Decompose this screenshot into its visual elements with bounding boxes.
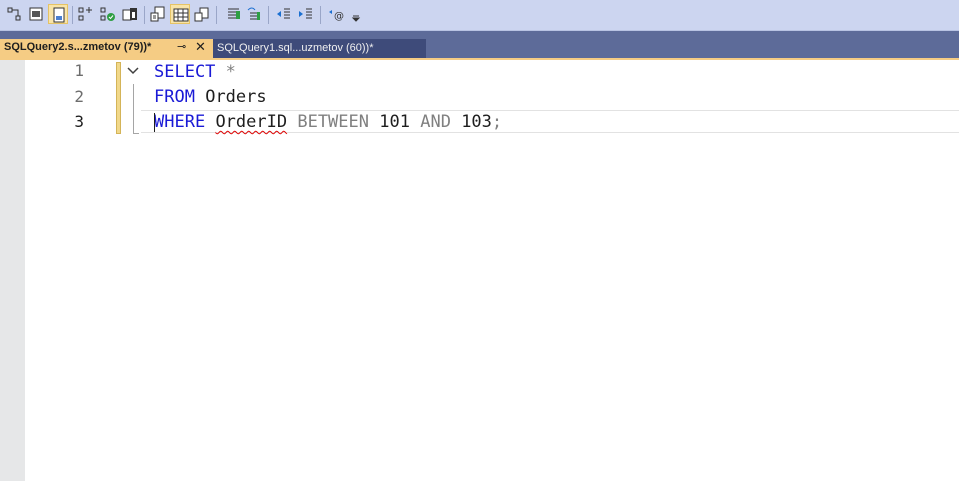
include-client-statistics-icon[interactable] bbox=[120, 4, 140, 24]
toolbar-separator bbox=[216, 6, 217, 24]
token-number: 101 bbox=[379, 112, 410, 132]
tab-label: SQLQuery2.s...zmetov (79))* bbox=[4, 41, 152, 53]
results-file-icon[interactable] bbox=[192, 4, 212, 24]
toolbar-separator bbox=[320, 6, 321, 24]
query-options-icon[interactable] bbox=[4, 4, 24, 24]
token-operator: * bbox=[225, 62, 236, 82]
token-operator: AND bbox=[420, 112, 451, 132]
token-number: 103 bbox=[461, 112, 492, 132]
token-operator: BETWEEN bbox=[297, 112, 369, 132]
token-keyword: WHERE bbox=[154, 112, 206, 132]
line-number: 3 bbox=[74, 112, 84, 131]
token-keyword: SELECT bbox=[154, 62, 216, 82]
token-keyword: FROM bbox=[154, 87, 195, 107]
selection-margin[interactable] bbox=[0, 60, 25, 481]
toolbar-separator bbox=[72, 6, 73, 24]
increase-indent-icon[interactable] bbox=[296, 4, 316, 24]
line-number: 1 bbox=[74, 61, 84, 80]
include-actual-plan-icon[interactable] bbox=[98, 4, 118, 24]
tab-label: SQLQuery1.sql...uzmetov (60))* bbox=[217, 42, 374, 54]
outlining-guide bbox=[133, 84, 134, 134]
comment-lines-icon[interactable] bbox=[224, 4, 244, 24]
code-line-1[interactable]: SELECT * bbox=[154, 60, 236, 84]
toolbar-separator bbox=[268, 6, 269, 24]
svg-text:@: @ bbox=[334, 11, 344, 22]
document-tab-strip: SQLQuery2.s...zmetov (79))* ⊸ ✕ SQLQuery… bbox=[0, 31, 959, 59]
display-estimated-plan-icon[interactable] bbox=[76, 4, 96, 24]
toolbar-separator bbox=[144, 6, 145, 24]
results-to-file-icon[interactable] bbox=[148, 4, 168, 24]
specify-template-values-icon[interactable]: @ bbox=[326, 4, 346, 24]
code-line-2[interactable]: FROM Orders bbox=[154, 85, 267, 109]
tab-sqlquery2[interactable]: SQLQuery2.s...zmetov (79))* ⊸ ✕ bbox=[0, 39, 213, 59]
text-caret bbox=[154, 113, 155, 132]
results-grid-icon[interactable] bbox=[170, 4, 190, 24]
line-number: 2 bbox=[74, 87, 84, 106]
token-operator: ; bbox=[491, 112, 503, 132]
results-to-grid-icon[interactable] bbox=[48, 4, 68, 24]
toolbar-overflow-icon[interactable] bbox=[346, 4, 366, 24]
sql-editor-toolbar: @ bbox=[0, 0, 959, 31]
code-line-3[interactable]: WHERE OrderID BETWEEN 101 AND 103; bbox=[154, 110, 502, 134]
token-identifier-error: OrderID bbox=[215, 112, 288, 132]
uncomment-lines-icon[interactable] bbox=[244, 4, 264, 24]
collapse-chevron-icon[interactable] bbox=[126, 65, 140, 77]
sql-editor[interactable]: 1 2 3 SELECT * FROM Orders WHERE OrderID… bbox=[0, 60, 959, 481]
tab-sqlquery1[interactable]: SQLQuery1.sql...uzmetov (60))* bbox=[213, 39, 426, 59]
results-to-text-icon[interactable] bbox=[26, 4, 46, 24]
close-icon[interactable]: ✕ bbox=[195, 39, 206, 55]
token-identifier: Orders bbox=[205, 87, 267, 107]
pin-icon[interactable]: ⊸ bbox=[177, 40, 186, 53]
outlining-guide-end bbox=[133, 133, 139, 134]
change-tracking-bar bbox=[116, 62, 121, 134]
decrease-indent-icon[interactable] bbox=[274, 4, 294, 24]
